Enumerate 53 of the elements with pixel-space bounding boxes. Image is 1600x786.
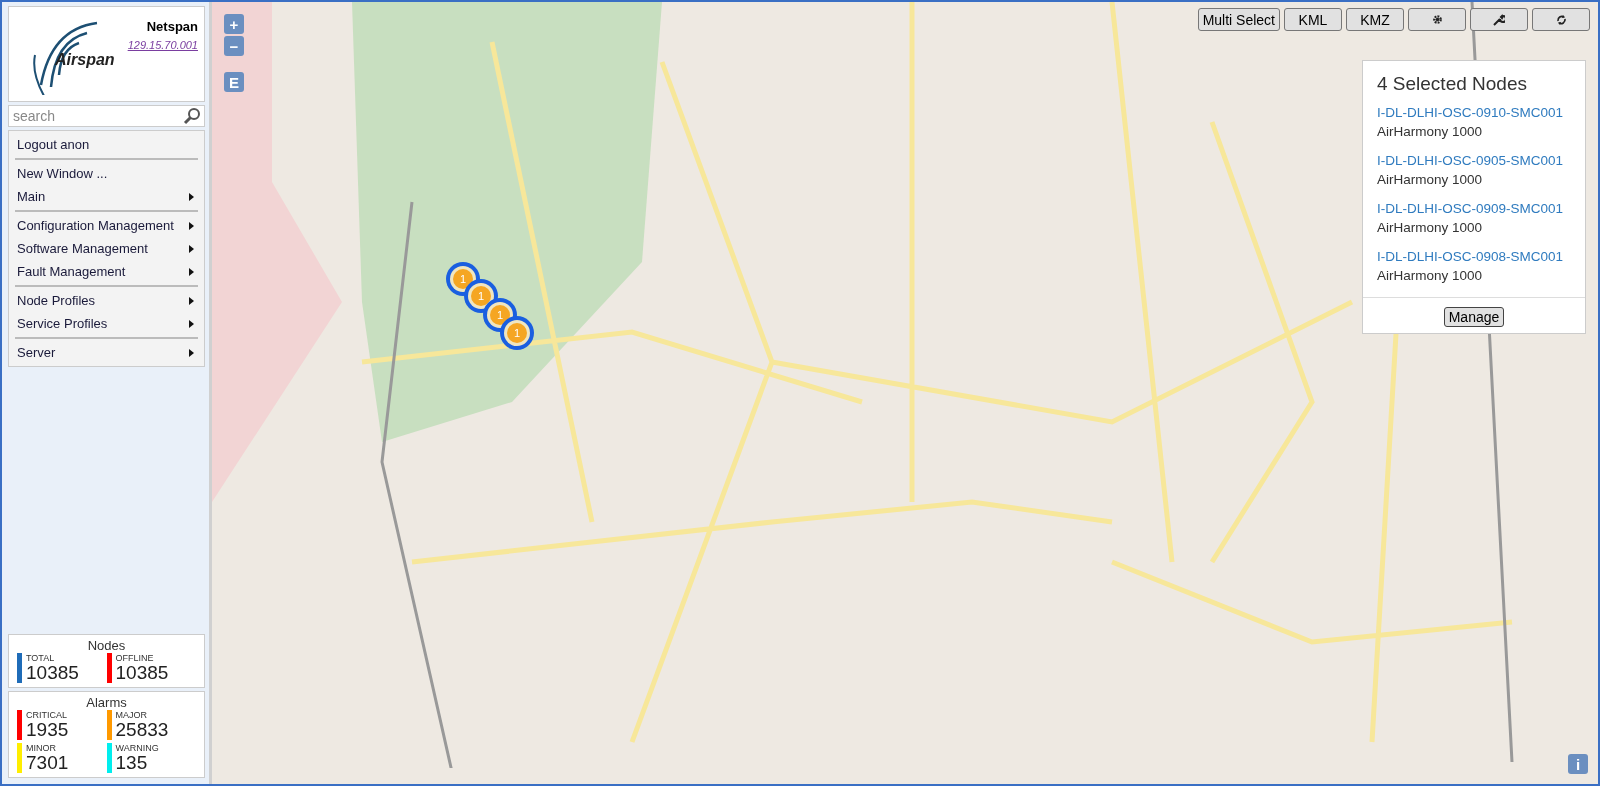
- node-model: AirHarmony 1000: [1377, 172, 1484, 187]
- server-link[interactable]: 129.15.70.001: [127, 39, 198, 51]
- menu-item[interactable]: Logout anon: [9, 133, 204, 156]
- stat-value: 10385: [115, 663, 169, 683]
- manage-button[interactable]: Manage: [1443, 307, 1505, 327]
- submenu-arrow-icon: [189, 319, 194, 328]
- stat-label: MINOR: [26, 743, 57, 753]
- menu-item[interactable]: Configuration Management: [9, 214, 204, 237]
- toolbar-button[interactable]: Multi Select: [1197, 8, 1280, 31]
- node-model: AirHarmony 1000: [1377, 220, 1484, 235]
- gear-button[interactable]: [1408, 8, 1466, 31]
- toolbar-button[interactable]: KML: [1284, 8, 1342, 31]
- settings-icon: [1431, 14, 1443, 25]
- node-link[interactable]: I-DL-DLHI-OSC-0910-SMC001: [1377, 105, 1571, 120]
- stat-value: 10385: [26, 663, 79, 683]
- submenu-arrow-icon: [189, 348, 194, 357]
- node-link[interactable]: I-DL-DLHI-OSC-0909-SMC001: [1377, 201, 1571, 216]
- stat-label: TOTAL: [26, 653, 56, 663]
- refresh-icon: [1555, 13, 1567, 26]
- wrench-icon: [1493, 13, 1505, 26]
- submenu-arrow-icon: [189, 192, 194, 201]
- node-model: AirHarmony 1000: [1377, 268, 1484, 283]
- search-field[interactable]: search: [8, 105, 205, 127]
- search-icon[interactable]: [183, 107, 201, 125]
- menu-item[interactable]: Fault Management: [9, 260, 204, 283]
- node-link[interactable]: I-DL-DLHI-OSC-0905-SMC001: [1377, 153, 1571, 168]
- menu-item[interactable]: Software Management: [9, 237, 204, 260]
- stat-label: WARNING: [115, 743, 159, 753]
- menu-item[interactable]: Server: [9, 341, 204, 364]
- menu-item[interactable]: Main: [9, 185, 204, 208]
- stat-value: 135: [115, 753, 149, 773]
- panel-title: Alarms: [85, 695, 128, 710]
- submenu-arrow-icon: [189, 296, 194, 305]
- submenu-arrow-icon: [189, 267, 194, 276]
- stat-label: CRITICAL: [26, 710, 68, 720]
- panel-title: Nodes: [86, 638, 127, 653]
- submenu-arrow-icon: [189, 244, 194, 253]
- toolbar-button[interactable]: KMZ: [1346, 8, 1404, 31]
- stat-label: OFFLINE: [115, 653, 155, 663]
- node-link[interactable]: I-DL-DLHI-OSC-0908-SMC001: [1377, 249, 1571, 264]
- stat-value: 7301: [26, 753, 69, 773]
- stat-value: 1935: [26, 720, 69, 740]
- stat-value: 25833: [115, 720, 169, 740]
- stat-label: MAJOR: [115, 710, 148, 720]
- wrench-button[interactable]: [1470, 8, 1528, 31]
- node-model: AirHarmony 1000: [1377, 124, 1484, 139]
- product-name: Netspan: [146, 19, 198, 34]
- menu-item[interactable]: Node Profiles: [9, 289, 204, 312]
- menu-item[interactable]: New Window ...: [9, 162, 204, 185]
- menu-item[interactable]: Service Profiles: [9, 312, 204, 335]
- submenu-arrow-icon: [189, 221, 194, 230]
- panel-title: 4 Selected Nodes: [1377, 73, 1528, 95]
- refresh-button[interactable]: [1532, 8, 1590, 31]
